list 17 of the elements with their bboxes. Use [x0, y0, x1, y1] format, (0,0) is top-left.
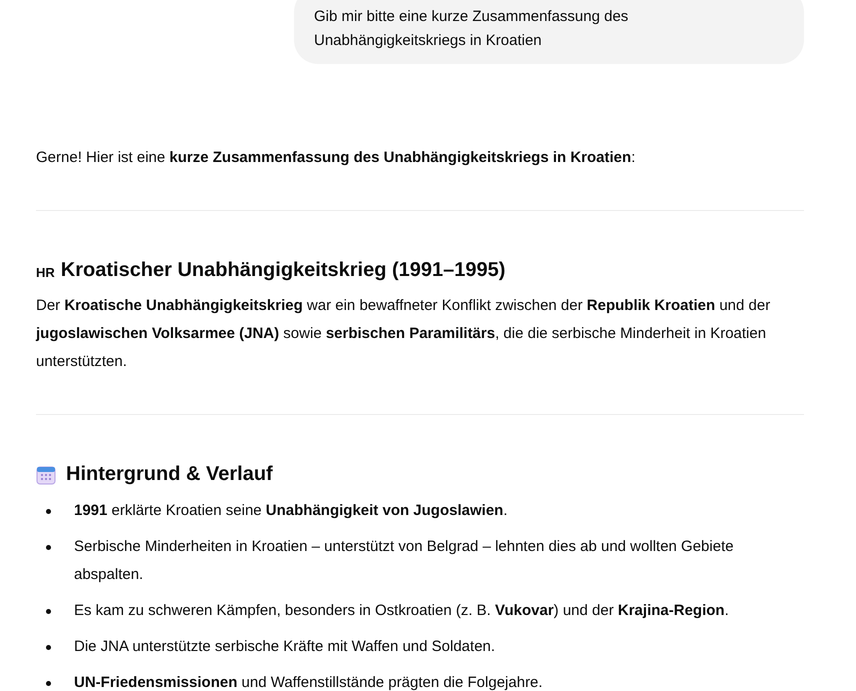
- bullet-icon: [46, 509, 51, 514]
- bullet-icon: [46, 681, 51, 686]
- flag-code: HR: [36, 264, 55, 280]
- user-message: Gib mir bitte eine kurze Zusammenfassung des Unabhängigkeitskriegs in Kroatien: [294, 0, 804, 64]
- list-item-text: Die JNA unterstützte serbische Kräfte mit Waffen und Soldaten.: [74, 637, 496, 657]
- bullet-icon: [46, 609, 51, 614]
- section-heading: Kroatischer Unabhängigkeitskrieg (1991–1995): [60, 259, 506, 282]
- list-item-text: 1991 erklärte Kroatien seine Unabhängigkeit von Jugoslawien.: [74, 501, 508, 521]
- list-item-text: UN-Friedensmissionen und Waffenstillstände prägten die Folgejahre.: [74, 673, 543, 691]
- intro-text: Gerne! Hier ist eine kurze Zusammenfassung des Unabhängigkeitskriegs in Kroatien:: [36, 148, 636, 168]
- calendar-icon: [36, 464, 56, 484]
- section-heading: Hintergrund & Verlauf: [66, 463, 273, 486]
- list-item-text: Serbische Minderheiten in Kroatien – unterstützt von Belgrad – lehnten dies ab und wollten Gebiete abspalten.: [74, 537, 735, 585]
- bullet-icon: [46, 545, 51, 550]
- list-item-text: Es kam zu schweren Kämpfen, besonders in Ostkroatien (z. B. Vukovar) und der Krajina-Region.: [74, 601, 729, 621]
- bullet-icon: [46, 645, 51, 650]
- paragraph: Der Kroatische Unabhängigkeitskrieg war ein bewaffneter Konflikt zwischen der Republik Kroatien und der jugoslawischen Volksarmee (JNA) sowie serbischen Paramilitärs, die die serbische Minderheit in Kroatien unterstützten.: [36, 296, 772, 372]
